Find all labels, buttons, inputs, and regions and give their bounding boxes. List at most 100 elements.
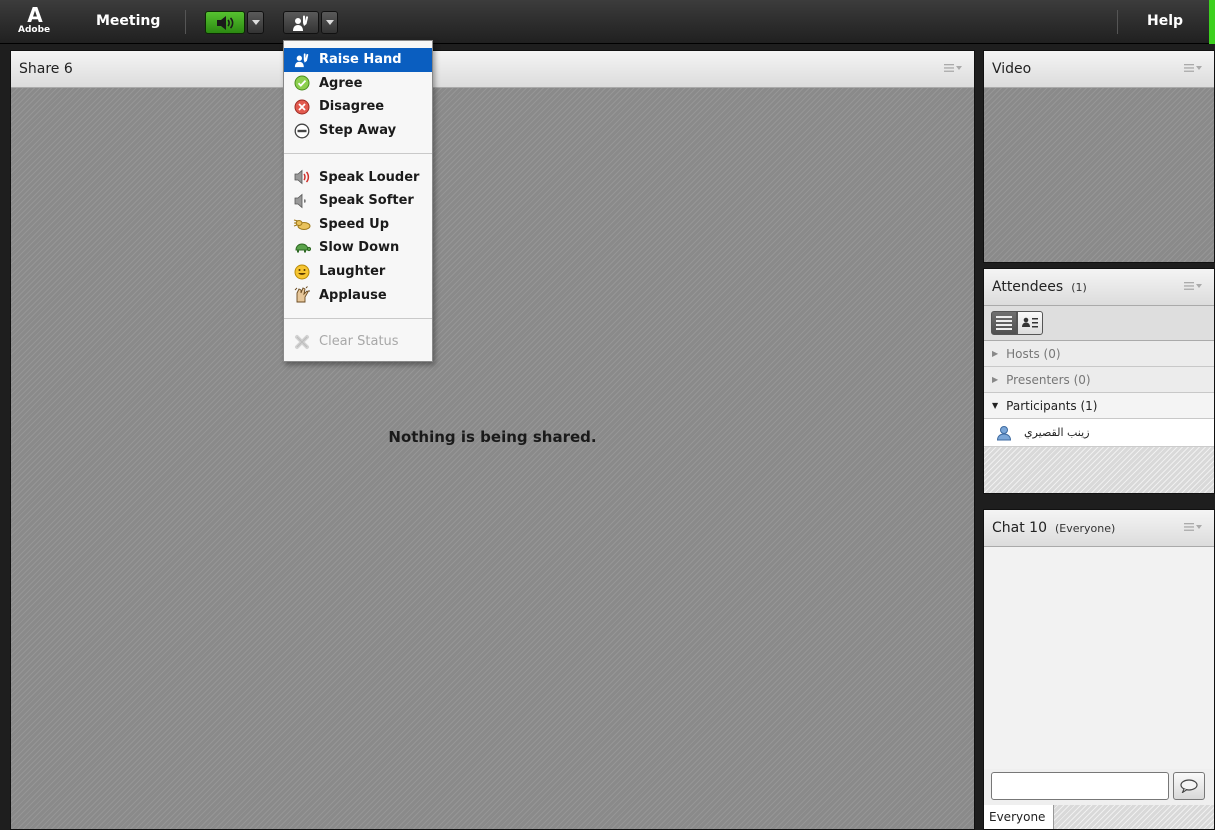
list-view-icon [996,316,1012,330]
menu-item-label: Agree [319,75,363,91]
attendee-group-label: Presenters (0) [1006,372,1091,387]
chat-pod: Chat 10 (Everyone) Everyone [983,509,1215,830]
status-options-dropdown[interactable] [321,11,338,34]
step-away-icon [292,122,312,140]
participant-avatar-icon [996,425,1012,440]
connection-indicator [1209,0,1215,44]
adobe-logo-text: Adobe [18,25,51,35]
triangle-right-icon: ▶ [992,375,999,384]
attendee-group-participants[interactable]: ▼ Participants (1) [984,393,1214,419]
menu-item-label: Raise Hand [319,52,402,68]
menu-item-label: Slow Down [319,240,400,256]
menu-item-label: Speak Louder [319,169,420,185]
chevron-down-icon [251,20,260,25]
hamburger-menu-icon [1184,282,1194,290]
chevron-down-icon [1196,525,1202,529]
chevron-down-icon [1196,284,1202,288]
menu-item-raise-hand[interactable]: Raise Hand [284,48,432,72]
hamburger-menu-icon [1184,64,1194,72]
menu-item-slow-down[interactable]: Slow Down [284,236,432,260]
menu-item-clear-status[interactable]: Clear Status [284,330,432,354]
chat-tab-bar: Everyone [984,805,1214,829]
triangle-right-icon: ▶ [992,349,999,358]
person-list-icon [1022,317,1038,328]
menu-item-label: Laughter [319,264,386,280]
attendee-group-label: Participants (1) [1006,398,1098,413]
laughter-smiley-icon [292,263,312,281]
speed-up-icon [292,215,312,233]
meeting-menu[interactable]: Meeting [96,13,160,29]
speak-softer-icon [292,192,312,210]
list-view-button[interactable] [991,311,1017,335]
share-pod-header: Share 6 [11,51,974,88]
status-view-button[interactable] [1017,311,1043,335]
menu-item-label: Speed Up [319,216,389,232]
menu-separator [284,153,432,155]
chat-message-input[interactable] [991,772,1169,800]
clear-status-icon [292,333,312,351]
pod-options-menu[interactable] [1184,523,1202,531]
chat-send-button[interactable] [1173,772,1205,800]
disagree-x-icon [292,98,312,116]
chat-messages-area [984,547,1214,769]
hamburger-menu-icon [944,64,954,72]
menu-item-applause[interactable]: Applause [284,283,432,307]
menu-item-label: Speak Softer [319,193,414,209]
menu-item-agree[interactable]: Agree [284,72,432,96]
status-dropdown-menu: Raise Hand Agree Disagree Step Away Spea… [283,40,433,362]
menu-item-speak-softer[interactable]: Speak Softer [284,189,432,213]
speak-louder-icon [292,168,312,186]
attendees-count: (1) [1071,280,1087,294]
pod-options-menu[interactable] [1184,282,1202,290]
agree-check-icon [292,74,312,92]
menu-item-disagree[interactable]: Disagree [284,95,432,119]
chevron-down-icon [325,20,334,25]
speaker-options-dropdown[interactable] [247,11,264,34]
status-button[interactable] [283,11,319,34]
chat-compose-bar [984,769,1214,805]
attendee-group-label: Hosts (0) [1006,346,1061,361]
top-bar: A Adobe Meeting Help [0,0,1215,44]
menu-item-laughter[interactable]: Laughter [284,260,432,284]
share-content-area: Nothing is being shared. [11,88,974,829]
attendee-name: زينب القصيري [1024,426,1090,439]
pod-options-menu[interactable] [944,64,962,72]
applause-hands-icon [292,286,312,304]
attendees-pod-title: Attendees [992,279,1064,295]
raise-hand-icon [292,51,312,69]
speech-bubble-icon [1180,779,1198,793]
chat-pod-title: Chat 10 [992,520,1047,536]
menu-item-label: Disagree [319,99,385,115]
attendees-pod-header: Attendees (1) [984,269,1214,306]
attendee-row[interactable]: زينب القصيري [984,419,1214,447]
help-menu[interactable]: Help [1147,13,1183,29]
menu-item-speed-up[interactable]: Speed Up [284,213,432,237]
chevron-down-icon [956,66,962,70]
pod-options-menu[interactable] [1184,64,1202,72]
slow-down-turtle-icon [292,239,312,257]
chevron-down-icon [1196,66,1202,70]
video-pod: Video [983,50,1215,263]
chat-tab-everyone[interactable]: Everyone [984,805,1054,829]
menu-item-label: Step Away [319,123,397,139]
chat-pod-header: Chat 10 (Everyone) [984,510,1214,547]
video-pod-title: Video [992,61,1032,77]
toolbar-divider [1117,10,1118,34]
video-pod-header: Video [984,51,1214,88]
attendees-pod: Attendees (1) ▶ Hosts (0) ▶ Presenters (… [983,268,1215,494]
share-empty-message: Nothing is being shared. [388,428,597,446]
hamburger-menu-icon [1184,523,1194,531]
menu-item-speak-louder[interactable]: Speak Louder [284,165,432,189]
video-content-area [984,88,1214,262]
menu-item-label: Applause [319,287,387,303]
share-pod: Share 6 Nothing is being shared. [10,50,975,830]
triangle-down-icon: ▼ [992,401,999,410]
speaker-icon [217,15,234,30]
menu-item-step-away[interactable]: Step Away [284,119,432,143]
attendee-group-hosts[interactable]: ▶ Hosts (0) [984,341,1214,367]
raise-hand-icon [293,15,309,31]
attendees-empty-area [984,447,1214,493]
speaker-toggle-button[interactable] [205,11,245,34]
menu-item-label: Clear Status [319,334,399,350]
attendee-group-presenters[interactable]: ▶ Presenters (0) [984,367,1214,393]
